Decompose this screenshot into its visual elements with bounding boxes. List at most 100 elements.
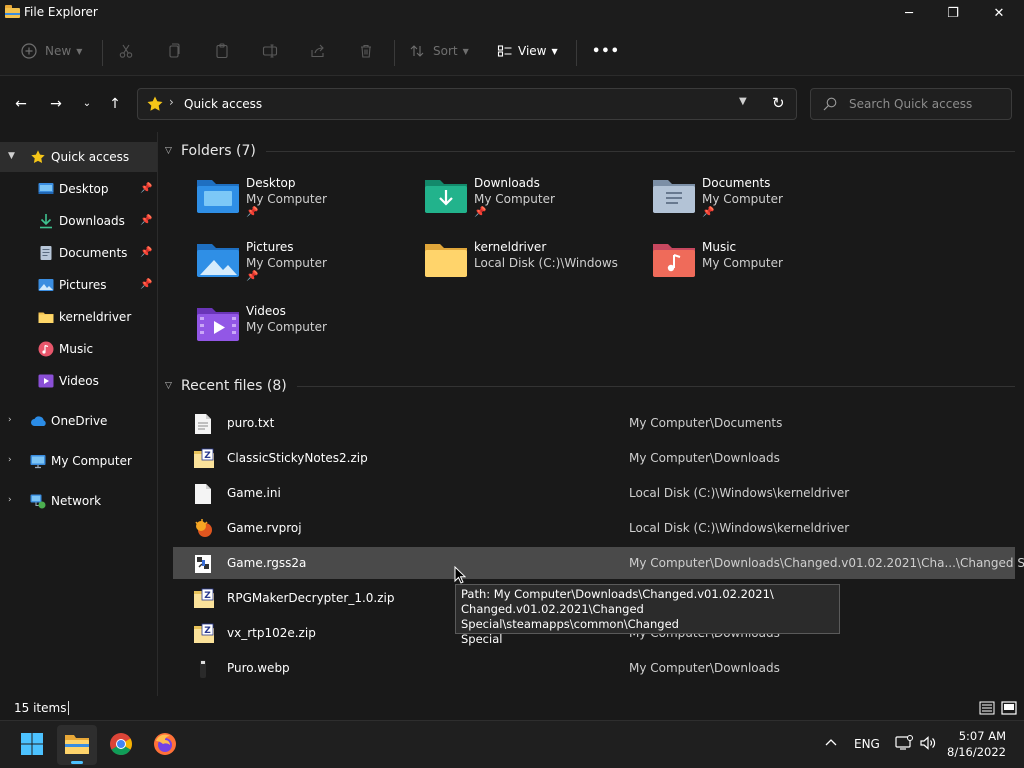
folder-tile-downloads[interactable]: Downloads My Computer 📌 (424, 176, 644, 236)
sidebar-item-videos[interactable]: Videos (0, 366, 157, 396)
sidebar-item-downloads[interactable]: Downloads 📌 (0, 206, 157, 236)
share-icon (309, 42, 327, 60)
cut-button[interactable] (117, 38, 135, 64)
view-button[interactable]: View ▼ (496, 38, 558, 64)
chevron-right-icon[interactable]: › (8, 455, 12, 465)
folder-tile-documents[interactable]: Documents My Computer 📌 (652, 176, 872, 236)
back-arrow-icon[interactable]: ← (10, 94, 32, 114)
trash-icon (357, 42, 375, 60)
chevron-down-icon[interactable]: ▽ (165, 381, 181, 391)
taskbar-file-explorer[interactable] (57, 725, 97, 765)
taskbar-chrome[interactable] (101, 725, 141, 765)
chevron-down-icon: ▼ (551, 46, 558, 56)
chevron-right-icon[interactable]: › (169, 95, 174, 109)
scissors-icon (117, 42, 135, 60)
refresh-icon[interactable]: ↻ (772, 94, 785, 112)
file-location: Local Disk (C:)\Windows\kerneldriver (629, 521, 850, 535)
chevron-right-icon[interactable]: › (8, 415, 12, 425)
pin-icon: 📌 (474, 207, 487, 218)
sidebar-item-kerneldriver[interactable]: kerneldriver (0, 302, 157, 332)
folder-tile-music[interactable]: Music My Computer (652, 240, 872, 300)
recent-files-section-header[interactable]: ▽ Recent files (8) (165, 378, 1015, 394)
computer-icon (30, 453, 46, 469)
large-icons-view-icon[interactable] (1001, 700, 1017, 716)
maximize-button[interactable]: ❐ (930, 0, 976, 28)
pin-icon: 📌 (246, 271, 259, 282)
file-row[interactable]: Puro.webp My Computer\Downloads (173, 652, 1015, 684)
delete-button[interactable] (357, 38, 375, 64)
folder-name: Videos (246, 304, 286, 318)
search-input[interactable] (849, 95, 1004, 113)
folder-tile-videos[interactable]: Videos My Computer (196, 304, 416, 364)
sort-button[interactable]: Sort ▼ (408, 38, 469, 64)
forward-arrow-icon[interactable]: → (45, 94, 67, 114)
folder-location: My Computer (474, 192, 555, 206)
title-bar: File Explorer ─ ❐ ✕ (0, 0, 1024, 28)
divider (576, 40, 577, 66)
search-icon (823, 97, 837, 111)
folder-tile-desktop[interactable]: Desktop My Computer 📌 (196, 176, 416, 236)
chevron-down-icon[interactable]: ▼ (8, 151, 15, 161)
new-button[interactable]: New ▼ (20, 38, 82, 64)
folders-section-header[interactable]: ▽ Folders (7) (165, 143, 1015, 159)
pin-icon: 📌 (140, 215, 153, 226)
file-row[interactable]: Game.rvproj Local Disk (C:)\Windows\kern… (173, 512, 1015, 544)
zip-file-icon: Z (193, 623, 214, 645)
tooltip-line: Special (461, 632, 503, 646)
minimize-button[interactable]: ─ (886, 0, 932, 28)
folder-tile-pictures[interactable]: Pictures My Computer 📌 (196, 240, 416, 300)
see-more-button[interactable]: ••• (592, 38, 620, 64)
star-icon (146, 95, 164, 113)
clock-date: 8/16/2022 (947, 745, 1006, 759)
sidebar-item-documents[interactable]: Documents 📌 (0, 238, 157, 268)
folder-icon (424, 240, 468, 280)
start-button[interactable] (12, 725, 52, 765)
details-view-icon[interactable] (979, 700, 995, 716)
up-arrow-icon[interactable]: ↑ (104, 94, 126, 114)
folder-location: Local Disk (C:)\Windows (474, 256, 618, 270)
chevron-down-icon[interactable]: ▽ (165, 146, 181, 156)
file-row[interactable]: Game.rgss2a My Computer\Downloads\Change… (173, 547, 1024, 579)
documents-icon (38, 245, 54, 261)
recent-locations-chevron-icon[interactable]: ⌄ (76, 94, 98, 114)
chevron-right-icon[interactable]: › (8, 495, 12, 505)
sidebar-item-music[interactable]: Music (0, 334, 157, 364)
videos-folder-icon (196, 304, 240, 344)
rename-button[interactable] (261, 38, 279, 64)
folder-tile-kerneldriver[interactable]: kerneldriver Local Disk (C:)\Windows (424, 240, 644, 300)
paste-button[interactable] (213, 38, 231, 64)
taskbar-firefox[interactable] (145, 725, 185, 765)
windows-logo-icon (20, 732, 44, 759)
address-dropdown-icon[interactable]: ▼ (739, 96, 747, 107)
search-box[interactable] (810, 88, 1012, 120)
svg-text:Z: Z (204, 451, 211, 461)
sidebar-item-desktop[interactable]: Desktop 📌 (0, 174, 157, 204)
sidebar-item-onedrive[interactable]: › OneDrive (0, 406, 157, 436)
chevron-down-icon: ▼ (462, 46, 469, 56)
folders-header-text: Folders (7) (181, 143, 256, 159)
volume-icon[interactable] (919, 735, 937, 754)
file-row[interactable]: Z ClassicStickyNotes2.zip My Computer\Do… (173, 442, 1015, 474)
status-bar: 15 items (0, 696, 1024, 720)
address-location[interactable]: Quick access (184, 97, 262, 111)
sidebar-item-pictures[interactable]: Pictures 📌 (0, 270, 157, 300)
system-clock[interactable]: 5:07 AM 8/16/2022 (947, 728, 1006, 760)
sidebar-item-my-computer[interactable]: › My Computer (0, 446, 157, 476)
folder-name: kerneldriver (474, 240, 547, 254)
sidebar-item-quick-access[interactable]: ▼ Quick access (0, 142, 157, 172)
show-hidden-icons-chevron-icon[interactable] (824, 735, 838, 752)
close-button[interactable]: ✕ (976, 0, 1022, 28)
sidebar-item-network[interactable]: › Network (0, 486, 157, 516)
language-indicator[interactable]: ENG (854, 737, 880, 751)
address-bar[interactable]: › Quick access ▼ ↻ (137, 88, 797, 120)
share-button[interactable] (309, 38, 327, 64)
svg-text:Z: Z (204, 626, 211, 636)
copy-button[interactable] (165, 38, 183, 64)
network-status-icon[interactable] (895, 735, 913, 754)
file-row[interactable]: puro.txt My Computer\Documents (173, 407, 1015, 439)
sidebar-item-label: Downloads (59, 214, 125, 228)
file-name: puro.txt (227, 416, 275, 430)
item-count: 15 items (14, 701, 67, 715)
rpgmaker-project-icon (193, 518, 213, 540)
file-row[interactable]: Game.ini Local Disk (C:)\Windows\kerneld… (173, 477, 1015, 509)
